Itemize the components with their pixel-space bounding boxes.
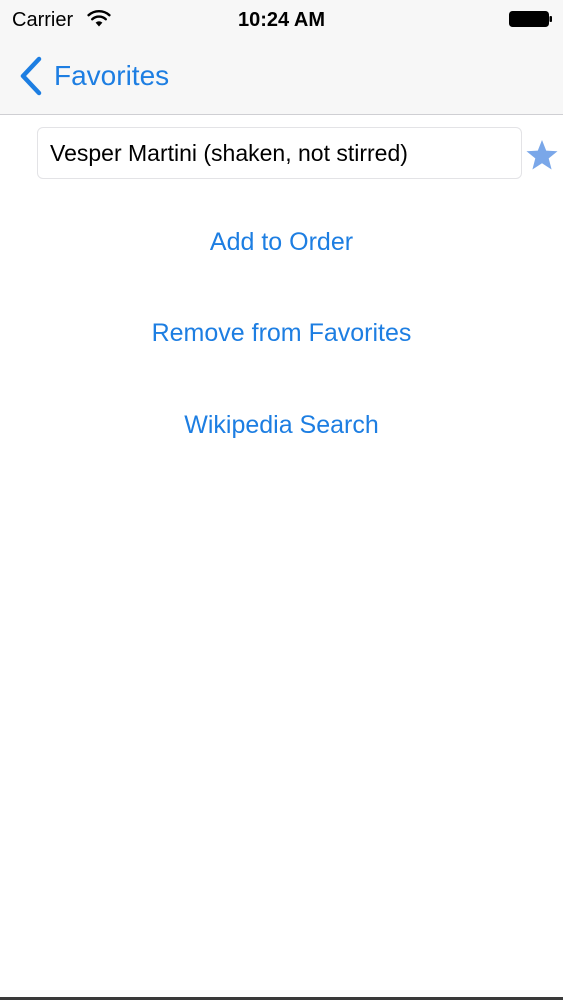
chevron-left-icon bbox=[20, 56, 42, 96]
navigation-bar: Favorites bbox=[0, 40, 563, 115]
status-time: 10:24 AM bbox=[237, 9, 326, 31]
screen: Carrier 10:24 AM Favorites Vesper Martin… bbox=[0, 0, 563, 1000]
back-button[interactable]: Favorites bbox=[18, 54, 169, 98]
star-icon[interactable] bbox=[525, 139, 559, 171]
battery-icon bbox=[509, 11, 552, 27]
status-bar: Carrier 10:24 AM bbox=[0, 0, 563, 40]
add-to-order-button[interactable]: Add to Order bbox=[0, 225, 563, 259]
remove-from-favorites-button[interactable]: Remove from Favorites bbox=[0, 316, 563, 350]
wikipedia-search-button[interactable]: Wikipedia Search bbox=[0, 408, 563, 442]
back-button-label: Favorites bbox=[54, 60, 170, 91]
drink-name-field[interactable]: Vesper Martini (shaken, not stirred) bbox=[37, 127, 522, 179]
